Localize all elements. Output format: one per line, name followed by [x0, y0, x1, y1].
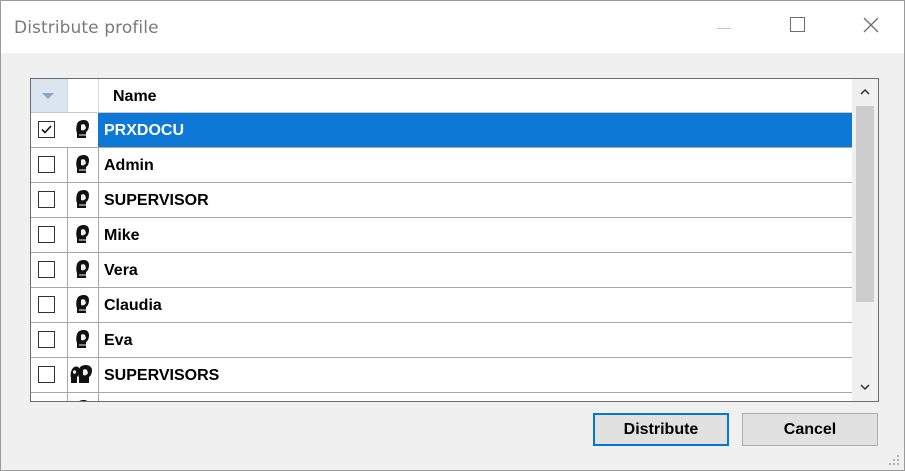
- profile-name: Eva: [104, 332, 133, 349]
- name-column-header[interactable]: Name: [113, 88, 157, 106]
- name-cell[interactable]: PRXDOCU: [98, 113, 852, 147]
- scroll-up-button[interactable]: [852, 79, 878, 105]
- close-button[interactable]: [846, 1, 896, 53]
- icon-cell: [67, 113, 99, 147]
- table-row[interactable]: Vera: [31, 253, 852, 288]
- row-checkbox[interactable]: [38, 121, 55, 138]
- table-row-partial: [31, 393, 852, 401]
- row-checkbox[interactable]: [38, 191, 55, 208]
- grid-rows: PRXDOCU Admin SUPERVISOR Mike Vera Claudia Eva…: [31, 113, 852, 401]
- profile-name: Claudia: [104, 297, 162, 314]
- name-cell[interactable]: Admin: [98, 148, 852, 182]
- icon-cell: [67, 253, 99, 287]
- icon-column-header[interactable]: [67, 79, 99, 112]
- user-icon: [73, 259, 91, 284]
- maximize-button[interactable]: [773, 1, 823, 53]
- group-icon: [70, 364, 94, 389]
- icon-cell: [67, 218, 99, 252]
- row-checkbox[interactable]: [38, 331, 55, 348]
- user-icon: [73, 224, 91, 249]
- profile-name: SUPERVISORS: [104, 367, 220, 384]
- table-row[interactable]: SUPERVISOR: [31, 183, 852, 218]
- name-cell[interactable]: SUPERVISORS: [98, 358, 852, 392]
- sort-indicator-icon: [42, 93, 54, 99]
- name-cell[interactable]: Mike: [98, 218, 852, 252]
- profile-name: PRXDOCU: [104, 122, 185, 139]
- select-all-column-header[interactable]: [31, 79, 68, 112]
- name-cell[interactable]: Eva: [98, 323, 852, 357]
- checkbox-cell: [31, 358, 68, 392]
- title-bar: Distribute profile: [1, 1, 904, 53]
- vertical-scrollbar[interactable]: [852, 79, 878, 401]
- checkbox-cell: [31, 218, 68, 252]
- name-cell[interactable]: Vera: [98, 253, 852, 287]
- distribute-button[interactable]: Distribute: [593, 413, 729, 446]
- table-row[interactable]: Eva: [31, 323, 852, 358]
- table-row[interactable]: SUPERVISORS: [31, 358, 852, 393]
- name-cell[interactable]: SUPERVISOR: [98, 183, 852, 217]
- checkbox-cell: [31, 253, 68, 287]
- user-icon: [73, 189, 91, 214]
- cancel-button[interactable]: Cancel: [742, 413, 878, 446]
- icon-cell: [67, 358, 99, 392]
- user-icon: [73, 399, 91, 401]
- row-checkbox[interactable]: [38, 296, 55, 313]
- checkbox-cell: [31, 113, 68, 147]
- checkbox-cell: [31, 393, 68, 401]
- checkbox-cell: [31, 183, 68, 217]
- table-row[interactable]: Mike: [31, 218, 852, 253]
- icon-cell: [67, 148, 99, 182]
- row-checkbox[interactable]: [38, 261, 55, 278]
- scrollbar-thumb[interactable]: [856, 106, 874, 302]
- checkbox-cell: [31, 148, 68, 182]
- maximize-icon: [790, 17, 805, 32]
- name-cell[interactable]: Claudia: [98, 288, 852, 322]
- table-row[interactable]: Claudia: [31, 288, 852, 323]
- checkbox-cell: [31, 323, 68, 357]
- minimize-icon: [717, 28, 731, 29]
- user-icon: [73, 154, 91, 179]
- row-checkbox[interactable]: [38, 156, 55, 173]
- icon-cell: [67, 183, 99, 217]
- chevron-down-icon: [860, 384, 870, 391]
- distribute-profile-dialog: Distribute profile Name PRXDOCU Admin SUPE…: [0, 0, 905, 471]
- resize-grip-icon[interactable]: [888, 454, 900, 466]
- table-row[interactable]: PRXDOCU: [31, 113, 852, 148]
- user-icon: [73, 294, 91, 319]
- scroll-down-button[interactable]: [852, 375, 878, 401]
- table-row[interactable]: Admin: [31, 148, 852, 183]
- checkbox-cell: [31, 288, 68, 322]
- chevron-up-icon: [860, 88, 870, 95]
- profile-name: Mike: [104, 227, 140, 244]
- profile-name: Admin: [104, 157, 154, 174]
- row-checkbox[interactable]: [38, 366, 55, 383]
- profile-name: SUPERVISOR: [104, 192, 209, 209]
- profile-name: Vera: [104, 262, 138, 279]
- user-icon: [73, 329, 91, 354]
- row-checkbox[interactable]: [38, 226, 55, 243]
- icon-cell: [67, 323, 99, 357]
- minimize-button: [705, 1, 755, 53]
- grid-header: Name: [31, 79, 852, 113]
- profile-grid[interactable]: Name PRXDOCU Admin SUPERVISOR Mike Vera Claud…: [30, 78, 879, 402]
- close-icon: [863, 17, 879, 33]
- icon-cell: [67, 393, 99, 401]
- window-title: Distribute profile: [14, 18, 159, 38]
- icon-cell: [67, 288, 99, 322]
- user-icon: [73, 119, 91, 144]
